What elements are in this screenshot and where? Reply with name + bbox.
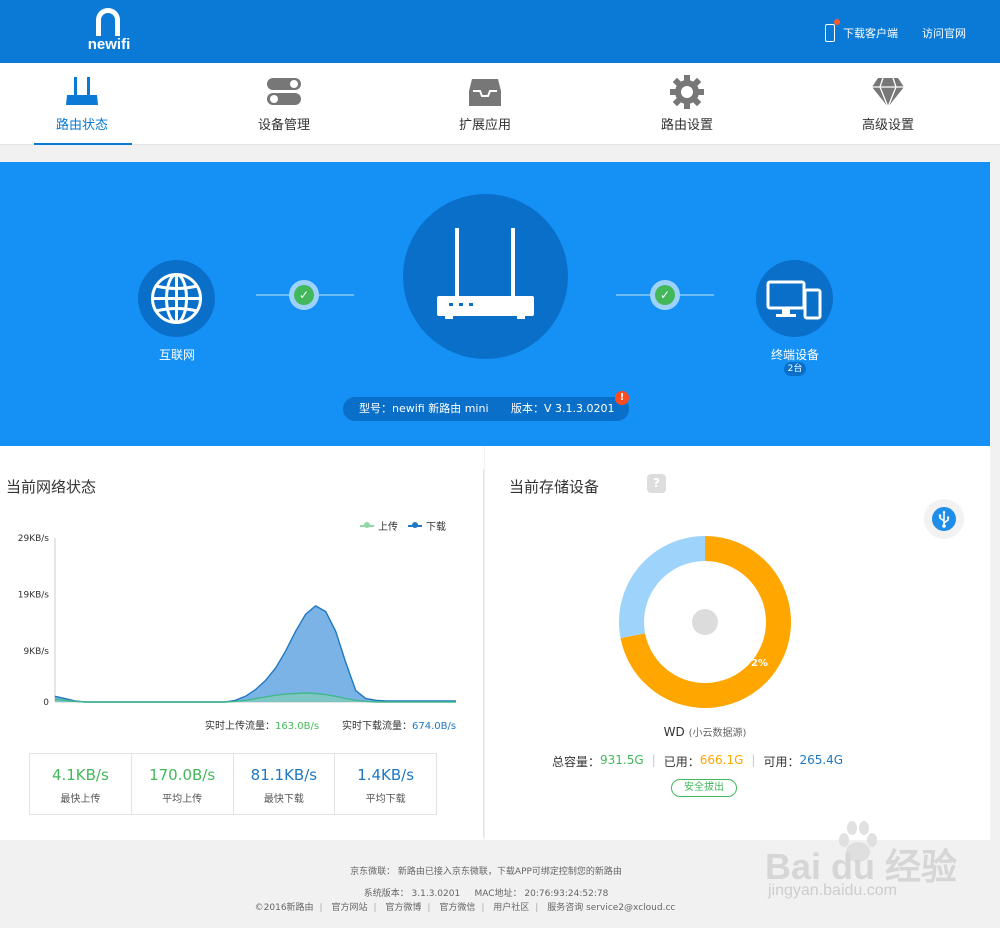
router-info-pill: 型号：newifi 新路由 mini 版本：V 3.1.3.0201 !: [343, 391, 629, 421]
internet-node[interactable]: [138, 260, 215, 337]
storage-donut-chart: [619, 536, 791, 708]
total-value: 931.5G: [600, 753, 644, 767]
stat-label: 最快下载: [263, 794, 304, 805]
visit-site-link[interactable]: 访问官网: [922, 25, 966, 41]
total-label: 总容量：: [552, 755, 601, 769]
upload-swatch: [360, 521, 374, 528]
footer-link-service[interactable]: 服务咨询 service2@xcloud.cc: [547, 903, 675, 913]
footer-link-site[interactable]: 官方网站: [331, 903, 367, 913]
stat-value: 170.0B/s: [149, 766, 216, 784]
disk-source: (小云数据源): [688, 728, 747, 739]
logo-text: newifi: [87, 36, 131, 53]
monitor-icon: [766, 280, 822, 320]
check-icon: ✓: [294, 285, 314, 305]
tab-router-status[interactable]: 路由状态: [22, 63, 142, 145]
diamond-icon: [872, 77, 904, 108]
top-header: newifi 下载客户端 访问官网: [0, 0, 1000, 63]
realtime-download-label: 实时下载流量：: [342, 721, 412, 732]
footer-link-weibo[interactable]: 官方微博: [385, 903, 421, 913]
stat-avg-upload: 170.0B/s 平均上传: [132, 754, 234, 814]
router-icon: [66, 77, 98, 105]
stat-label: 平均上传: [162, 794, 203, 805]
separator: |: [651, 753, 656, 767]
stat-max-upload: 4.1KB/s 最快上传: [30, 754, 132, 814]
realtime-upload-label: 实时上传流量：: [205, 721, 275, 732]
realtime-upload-value: 163.0B/s: [275, 721, 320, 732]
used-percent-label: 72%: [744, 658, 768, 669]
stat-max-download: 81.1KB/s 最快下载: [234, 754, 336, 814]
free-value: 265.4G: [799, 753, 844, 767]
stat-value: 1.4KB/s: [357, 766, 415, 784]
tab-label: 高级设置: [861, 118, 914, 133]
check-icon: ✓: [655, 285, 675, 305]
y-tick-label: 29KB/s: [18, 534, 50, 544]
phone-icon: [825, 19, 840, 42]
main-nav: 路由状态 设备管理 扩展应用 路由设置 高级设置: [0, 63, 1000, 145]
device-status: ✓: [650, 280, 680, 310]
model-text: 型号：newifi 新路由 mini: [359, 402, 489, 415]
disk-name: WD (小云数据源): [585, 724, 825, 739]
help-icon[interactable]: ?: [647, 474, 666, 493]
stat-label: 最快上传: [60, 794, 101, 805]
router-node[interactable]: [403, 194, 568, 359]
series-line-download: [54, 605, 456, 703]
y-tick-label: 0: [43, 698, 49, 708]
stat-label: 平均下载: [365, 794, 406, 805]
newifi-logo[interactable]: newifi: [80, 6, 138, 56]
tab-label: 扩展应用: [458, 118, 511, 133]
y-tick-label: 9KB/s: [23, 647, 49, 657]
tab-router-settings[interactable]: 路由设置: [627, 63, 747, 145]
internet-label: 互联网: [158, 348, 195, 362]
tab-label: 路由状态: [55, 118, 108, 133]
update-alert-icon[interactable]: !: [615, 391, 629, 405]
storage-title: 当前存储设备: [509, 478, 600, 496]
footer-link-wechat[interactable]: 官方微信: [439, 903, 475, 913]
header-links: 下载客户端 访问官网: [825, 19, 966, 42]
realtime-download-value: 674.0B/s: [412, 721, 457, 732]
tab-device-management[interactable]: 设备管理: [224, 63, 344, 145]
stat-value: 81.1KB/s: [250, 766, 318, 784]
devices-count-badge: 2台: [784, 362, 806, 376]
footer-link-community[interactable]: 用户社区: [493, 903, 529, 913]
used-label: 已用：: [663, 755, 700, 769]
separator: |: [751, 753, 756, 767]
logo-mark: [96, 8, 120, 36]
internet-status: ✓: [289, 280, 319, 310]
y-tick-label: 19KB/s: [18, 591, 50, 601]
stat-value: 4.1KB/s: [51, 766, 109, 784]
network-title: 当前网络状态: [6, 478, 97, 496]
donut-center-dot: [692, 609, 718, 635]
download-client-link[interactable]: 下载客户端: [843, 25, 898, 41]
tab-label: 路由设置: [660, 118, 713, 133]
devices-label: 终端设备: [770, 348, 819, 362]
watermark-sub: jingyan.baidu.com: [768, 882, 897, 899]
traffic-chart: 29KB/s 19KB/s 9KB/s 0: [18, 534, 456, 708]
disk-name-text: WD: [663, 725, 685, 739]
download-swatch: [408, 521, 422, 528]
toggle-icon: [267, 78, 301, 105]
free-label: 可用：: [763, 755, 800, 769]
stat-avg-download: 1.4KB/s 平均下载: [335, 754, 436, 814]
tray-icon: [469, 79, 501, 106]
tab-advanced-settings[interactable]: 高级设置: [828, 63, 948, 145]
router-device-icon: [437, 228, 534, 319]
panel-divider: [483, 470, 484, 838]
used-value: 666.1G: [699, 753, 744, 767]
eject-button[interactable]: 安全拔出: [671, 779, 737, 797]
usb-icon: [932, 507, 956, 531]
realtime-download: 实时下载流量：674.0B/s: [342, 717, 456, 732]
devices-node[interactable]: [756, 260, 833, 337]
tab-label: 设备管理: [257, 118, 310, 133]
usb-button[interactable]: [924, 499, 964, 539]
capacity-row: 总容量： 931.5G | 已用： 666.1G | 可用： 265.4G: [552, 753, 843, 770]
speed-stats: 4.1KB/s 最快上传 170.0B/s 平均上传 81.1KB/s 最快下载…: [29, 753, 437, 815]
tab-extensions[interactable]: 扩展应用: [425, 63, 545, 145]
copyright: ©2016新路由: [254, 903, 314, 913]
globe-icon: [151, 273, 202, 324]
realtime-upload: 实时上传流量：163.0B/s: [205, 717, 319, 732]
series-area-download: [55, 605, 456, 702]
gear-icon: [670, 75, 704, 109]
version-text: 版本：V 3.1.3.0201: [511, 402, 615, 415]
notification-dot: [834, 19, 840, 25]
